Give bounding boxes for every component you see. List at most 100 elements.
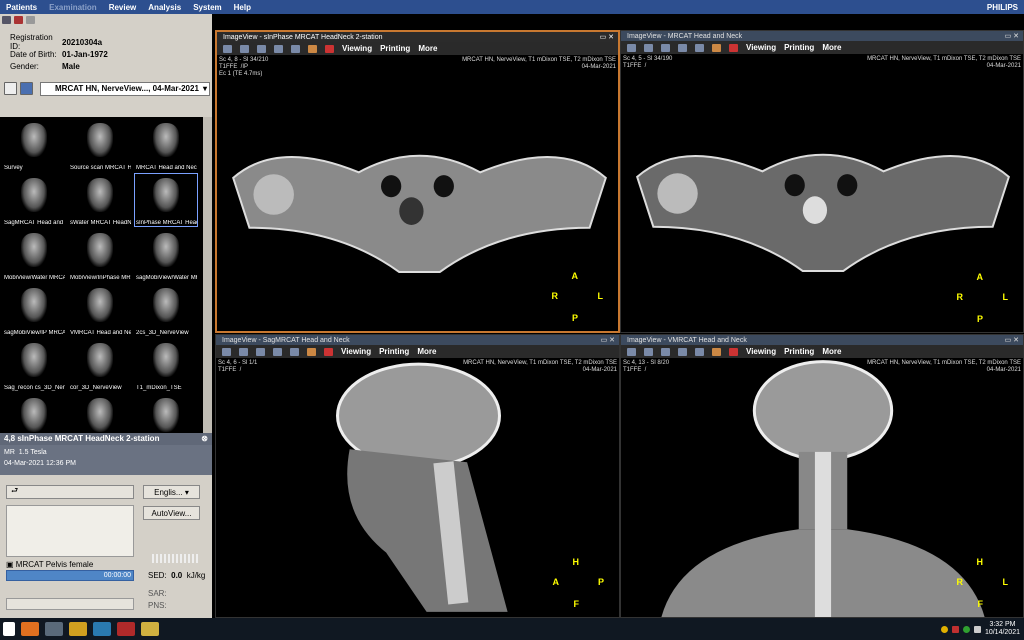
folder-icon[interactable]: [69, 622, 87, 636]
clock-date[interactable]: 10/14/2021: [985, 629, 1020, 637]
series-thumbnail[interactable]: Sag_recon cs_3D_Nerve: [3, 339, 65, 391]
window-controls[interactable]: ▭ ✕: [601, 336, 619, 344]
image-viewport[interactable]: ImageView - sInPhase MRCAT HeadNeck 2-st…: [215, 30, 620, 333]
color-icon[interactable]: [712, 347, 721, 356]
series-thumbnail[interactable]: Survey: [3, 119, 65, 171]
thumbnail-scrollbar[interactable]: [203, 117, 212, 447]
measure-icon[interactable]: [678, 347, 687, 356]
patient-icon[interactable]: [2, 16, 11, 24]
series-thumbnail[interactable]: cor_3D_NerveView: [69, 339, 131, 391]
menu-patients[interactable]: Patients: [0, 3, 43, 12]
series-thumbnail[interactable]: 2cs_3D_NerveView: [135, 284, 197, 336]
window-controls[interactable]: ▭ ✕: [1005, 336, 1023, 344]
grid-icon[interactable]: [239, 347, 248, 356]
more-menu[interactable]: More: [417, 347, 436, 356]
scissors-icon[interactable]: [324, 347, 333, 356]
menu-system[interactable]: System: [187, 3, 227, 12]
series-thumbnail[interactable]: Source scan MRCAT Hea: [69, 119, 131, 171]
series-thumbnail[interactable]: MobiView/InPhase MRC: [69, 229, 131, 281]
play-icon[interactable]: [256, 347, 265, 356]
menu-examination[interactable]: Examination: [43, 3, 103, 12]
scan-queue-button[interactable]: ⮐: [6, 485, 134, 499]
viewing-menu[interactable]: Viewing: [746, 43, 776, 52]
color-icon[interactable]: [308, 44, 317, 53]
lock-icon[interactable]: [627, 347, 636, 356]
scissors-icon[interactable]: [325, 44, 334, 53]
more-menu[interactable]: More: [822, 347, 841, 356]
lock-icon[interactable]: [627, 43, 636, 52]
autoview-button[interactable]: AutoView...: [143, 506, 200, 520]
image-viewport[interactable]: ImageView - SagMRCAT Head and Neck ▭ ✕ V…: [215, 334, 620, 618]
series-thumbnail[interactable]: MobiView/Water MRCAT: [3, 229, 65, 281]
medical-image[interactable]: [621, 55, 1024, 332]
scissors-icon[interactable]: [729, 347, 738, 356]
series-thumbnail[interactable]: sagMobiView/Water MRC: [135, 229, 197, 281]
volume-icon[interactable]: [973, 625, 981, 633]
language-dropdown[interactable]: Englis... ▾: [143, 485, 200, 499]
medical-image[interactable]: [621, 359, 1024, 617]
pen-icon[interactable]: [93, 622, 111, 636]
color-icon[interactable]: [307, 347, 316, 356]
image-viewport[interactable]: ImageView - MRCAT Head and Neck ▭ ✕ View…: [620, 30, 1024, 333]
series-thumbnail[interactable]: VMRCAT Head and Neck: [69, 284, 131, 336]
tray-icon[interactable]: [940, 625, 948, 633]
pointer-icon[interactable]: [695, 43, 704, 52]
person-icon[interactable]: [14, 16, 23, 24]
viewing-menu[interactable]: Viewing: [746, 347, 776, 356]
series-thumbnail[interactable]: sInPhase MRCAT HeadN: [134, 173, 198, 227]
printing-menu[interactable]: Printing: [784, 43, 814, 52]
printing-menu[interactable]: Printing: [380, 44, 410, 53]
pointer-icon[interactable]: [695, 347, 704, 356]
app-icon[interactable]: [45, 622, 63, 636]
measure-icon[interactable]: [274, 44, 283, 53]
grid-icon[interactable]: [644, 347, 653, 356]
tray-icon[interactable]: [951, 625, 959, 633]
series-thumbnail[interactable]: SagMRCAT Head and Ne: [3, 174, 65, 226]
windows-start-icon[interactable]: [3, 622, 15, 636]
play-icon[interactable]: [661, 43, 670, 52]
viewport-title: ImageView - MRCAT Head and Neck: [627, 32, 743, 40]
menu-review[interactable]: Review: [103, 3, 143, 12]
viewing-menu[interactable]: Viewing: [341, 347, 371, 356]
scissors-icon[interactable]: [729, 43, 738, 52]
grid-icon[interactable]: [644, 43, 653, 52]
measure-icon[interactable]: [678, 43, 687, 52]
explorer-icon[interactable]: [141, 622, 159, 636]
clock-time[interactable]: 3:32 PM: [985, 621, 1020, 629]
viewport-title: ImageView - sInPhase MRCAT HeadNeck 2-st…: [223, 33, 383, 41]
printing-menu[interactable]: Printing: [379, 347, 409, 356]
more-menu[interactable]: More: [822, 43, 841, 52]
medical-image[interactable]: [217, 56, 622, 333]
series-thumbnail[interactable]: sagMobiView/IP MRCAT: [3, 284, 65, 336]
viewing-menu[interactable]: Viewing: [342, 44, 372, 53]
grid-icon[interactable]: [240, 44, 249, 53]
more-menu[interactable]: More: [418, 44, 437, 53]
series-thumbnail[interactable]: sWater MRCAT HeadNe: [69, 174, 131, 226]
menu-help[interactable]: Help: [228, 3, 257, 12]
play-icon[interactable]: [257, 44, 266, 53]
series-thumbnail[interactable]: MRCAT Head and Neck: [135, 119, 197, 171]
series-thumbnail[interactable]: T1_mDixon_TSE: [135, 339, 197, 391]
grid-view-icon[interactable]: [20, 82, 33, 95]
close-icon[interactable]: ⊗: [201, 433, 208, 445]
firefox-icon[interactable]: [21, 622, 39, 636]
lock-icon[interactable]: [223, 44, 232, 53]
window-controls[interactable]: ▭ ✕: [600, 33, 618, 41]
window-controls[interactable]: ▭ ✕: [1005, 32, 1023, 40]
medical-image[interactable]: [216, 359, 621, 617]
tray-icon[interactable]: [962, 625, 970, 633]
pdf-icon[interactable]: [117, 622, 135, 636]
image-viewport[interactable]: ImageView - VMRCAT Head and Neck ▭ ✕ Vie…: [620, 334, 1024, 618]
printing-menu[interactable]: Printing: [784, 347, 814, 356]
list-view-icon[interactable]: [4, 82, 17, 95]
menu-analysis[interactable]: Analysis: [142, 3, 187, 12]
pointer-icon[interactable]: [290, 347, 299, 356]
series-thumbnails: Survey Source scan MRCAT Hea MRCAT Head an…: [0, 117, 203, 447]
color-icon[interactable]: [712, 43, 721, 52]
play-icon[interactable]: [661, 347, 670, 356]
measure-icon[interactable]: [273, 347, 282, 356]
pointer-icon[interactable]: [291, 44, 300, 53]
card-icon[interactable]: [26, 16, 35, 24]
exam-dropdown[interactable]: MRCAT HN, NerveView..., 04-Mar-2021 ▾: [40, 82, 210, 96]
lock-icon[interactable]: [222, 347, 231, 356]
